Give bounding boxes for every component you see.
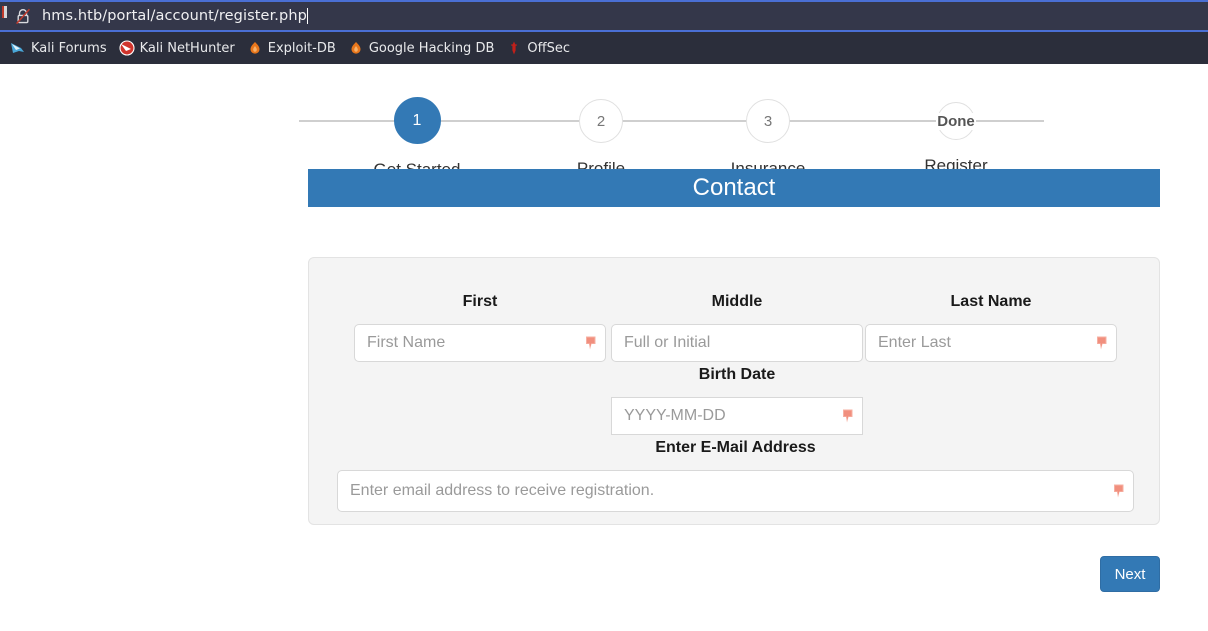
field-group-first-name: First xyxy=(354,293,606,362)
birth-date-label: Birth Date xyxy=(698,366,776,383)
bookmark-label: OffSec xyxy=(527,40,570,56)
step-marker-text: 1 xyxy=(412,111,422,129)
offsec-dagger-icon xyxy=(511,41,518,55)
last-name-label: Last Name xyxy=(950,293,1032,310)
tab-edge-stub xyxy=(0,0,10,32)
bookmark-exploit-db[interactable]: Exploit-DB xyxy=(243,38,344,58)
bookmark-label: Kali Forums xyxy=(31,40,107,56)
step-marker-3[interactable]: 3 xyxy=(746,99,790,143)
google-hacking-db-flame-icon xyxy=(351,42,361,54)
text-caret xyxy=(306,8,308,24)
bookmark-label: Google Hacking DB xyxy=(368,40,495,56)
birth-date-input-wrap xyxy=(611,397,863,435)
step-marker-text: 3 xyxy=(763,112,773,130)
contact-form-panel: First Middle Last Name xyxy=(308,257,1160,525)
crossed-padlock-not-secure-icon[interactable] xyxy=(12,5,34,27)
url-bar[interactable]: hms.htb/portal/account/register.php xyxy=(0,0,1208,32)
exploit-db-flame-icon xyxy=(250,42,260,54)
bookmark-google-hacking-db[interactable]: Google Hacking DB xyxy=(344,38,503,58)
bookmarks-bar: Kali Forums Kali NetHunter Exploit-DB Go… xyxy=(0,32,1208,64)
step-insurance[interactable]: 3 Insurance xyxy=(683,91,853,179)
field-group-email: Enter E-Mail Address xyxy=(337,439,1134,512)
kali-dragon-icon xyxy=(11,43,24,53)
step-marker-done[interactable]: Done xyxy=(936,102,976,140)
bookmark-label: Exploit-DB xyxy=(267,40,336,56)
bookmark-offsec[interactable]: OffSec xyxy=(502,38,578,58)
page-content: 1 Get Started 2 Profile 3 Insurance Done… xyxy=(0,64,1208,631)
email-label: Enter E-Mail Address xyxy=(655,439,816,456)
step-marker-1[interactable]: 1 xyxy=(393,97,441,144)
field-group-last-name: Last Name xyxy=(865,293,1117,362)
step-marker-text: 2 xyxy=(596,112,606,130)
birth-date-input[interactable] xyxy=(611,397,863,435)
last-name-input[interactable] xyxy=(865,324,1117,362)
bookmark-kali-nethunter[interactable]: Kali NetHunter xyxy=(115,38,243,58)
first-name-input-wrap xyxy=(354,324,606,362)
browser-chrome: hms.htb/portal/account/register.php Kali… xyxy=(0,0,1208,64)
step-get-started[interactable]: 1 Get Started xyxy=(332,91,502,180)
email-input[interactable] xyxy=(337,470,1134,512)
bookmark-kali-forums[interactable]: Kali Forums xyxy=(6,38,115,58)
field-group-middle-name: Middle xyxy=(611,293,863,362)
next-button-label: Next xyxy=(1114,565,1146,583)
email-input-wrap xyxy=(337,470,1134,512)
contact-section-header: Contact xyxy=(308,169,1160,207)
kali-nethunter-icon xyxy=(119,40,135,56)
step-marker-text: Done xyxy=(936,112,976,130)
middle-name-input[interactable] xyxy=(611,324,863,362)
contact-section-title: Contact xyxy=(692,174,776,201)
middle-name-label: Middle xyxy=(711,293,763,310)
middle-name-input-wrap xyxy=(611,324,863,362)
field-group-birth-date: Birth Date xyxy=(611,366,863,435)
next-button[interactable]: Next xyxy=(1100,556,1160,592)
first-name-label: First xyxy=(462,293,498,310)
step-marker-2[interactable]: 2 xyxy=(579,99,623,143)
bookmark-label: Kali NetHunter xyxy=(139,40,235,56)
step-register[interactable]: Done Register xyxy=(871,91,1041,176)
url-text[interactable]: hms.htb/portal/account/register.php xyxy=(42,8,307,24)
step-profile[interactable]: 2 Profile xyxy=(516,91,686,179)
last-name-input-wrap xyxy=(865,324,1117,362)
first-name-input[interactable] xyxy=(354,324,606,362)
